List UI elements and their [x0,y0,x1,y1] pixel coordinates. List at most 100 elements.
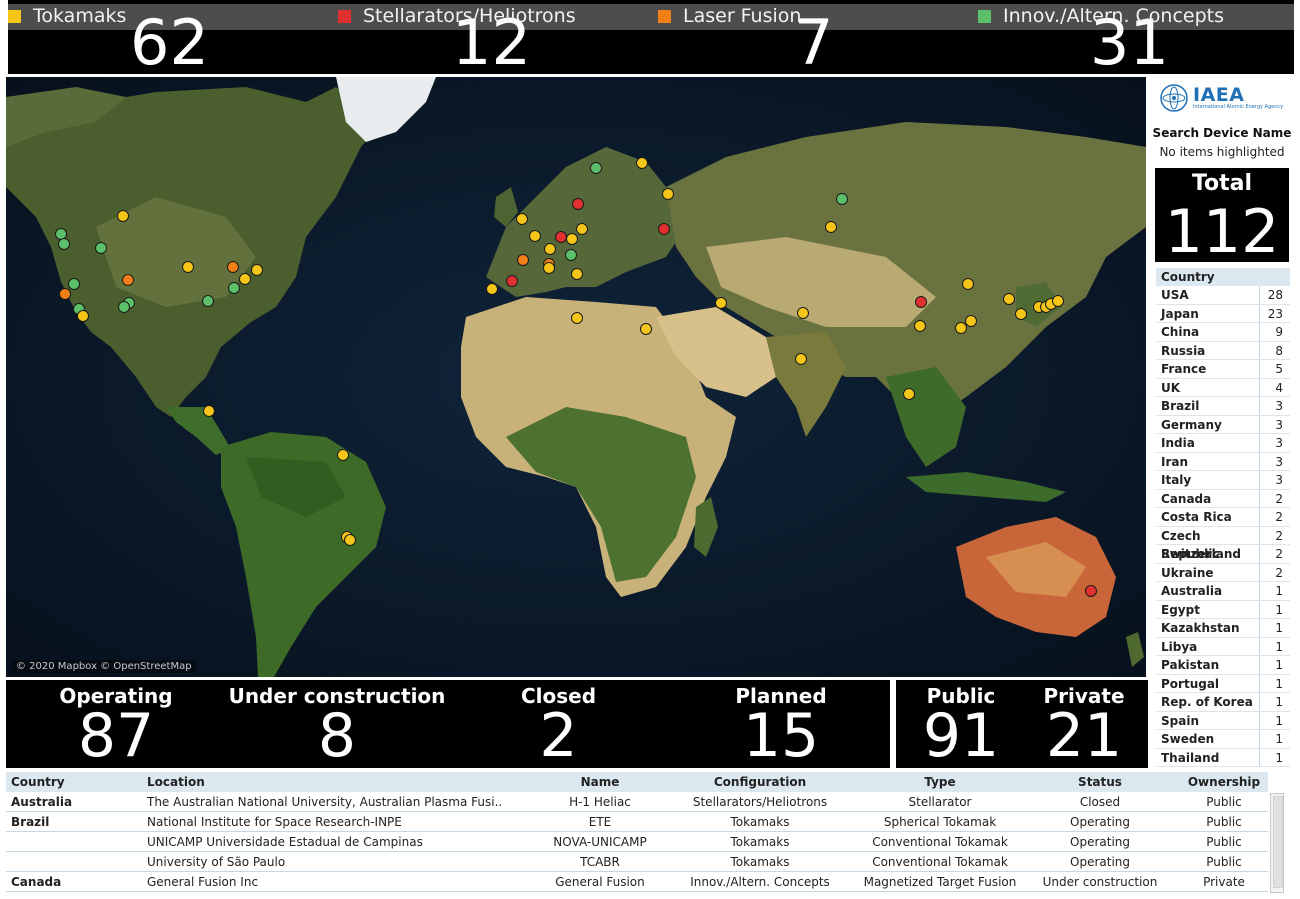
table-row[interactable]: University of São Paulo TCABR Tokamaks Conv… [6,852,1268,872]
country-row[interactable]: Czech Republic 2 [1156,526,1290,561]
table-row[interactable]: Australia The Australian National Univers… [6,792,1268,812]
device-marker-tokamak[interactable] [640,323,652,335]
device-marker-tokamak[interactable] [571,268,583,280]
country-row[interactable]: Brazil 3 [1156,397,1290,416]
device-marker-tokamak[interactable] [1003,293,1015,305]
country-row[interactable]: Iran 3 [1156,452,1290,471]
stat-under-construction[interactable]: Under construction 8 [226,680,448,766]
device-table-scrollbar[interactable] [1270,793,1284,893]
device-marker-tokamak[interactable] [544,243,556,255]
device-marker-stellarator[interactable] [506,275,518,287]
device-marker-tokamak[interactable] [344,534,356,546]
device-marker-stellarator[interactable] [915,296,927,308]
device-marker-tokamak[interactable] [1015,308,1027,320]
country-row[interactable]: Portugal 1 [1156,674,1290,693]
device-marker-tokamak[interactable] [662,188,674,200]
device-marker-tokamak[interactable] [955,322,967,334]
device-marker-laser[interactable] [517,254,529,266]
country-row[interactable]: Egypt 1 [1156,600,1290,619]
legend-tokamaks[interactable]: Tokamaks 62 [8,0,308,74]
country-row[interactable]: USA 28 [1156,286,1290,305]
device-marker-tokamak[interactable] [914,320,926,332]
legend-laser[interactable]: Laser Fusion 7 [658,0,958,74]
country-row[interactable]: Australia 1 [1156,582,1290,601]
col-header-name[interactable]: Name [540,772,660,792]
map-canvas[interactable] [6,77,1146,677]
country-row[interactable]: Sweden 1 [1156,730,1290,749]
search-device-status[interactable]: No items highlighted [1152,145,1292,159]
device-marker-innov[interactable] [565,249,577,261]
device-marker-tokamak[interactable] [965,315,977,327]
device-marker-stellarator[interactable] [555,231,567,243]
country-row[interactable]: Switzerland 2 [1156,545,1290,564]
country-row[interactable]: Costa Rica 2 [1156,508,1290,527]
country-row[interactable]: India 3 [1156,434,1290,453]
device-marker-tokamak[interactable] [117,210,129,222]
col-header-configuration[interactable]: Configuration [660,772,860,792]
device-marker-tokamak[interactable] [576,223,588,235]
table-row[interactable]: UNICAMP Universidade Estadual de Campina… [6,832,1268,852]
device-marker-innov[interactable] [118,301,130,313]
device-marker-tokamak[interactable] [903,388,915,400]
table-row[interactable]: Brazil National Institute for Space Resea… [6,812,1268,832]
country-row[interactable]: China 9 [1156,323,1290,342]
device-marker-tokamak[interactable] [529,230,541,242]
device-marker-tokamak[interactable] [486,283,498,295]
legend-innov[interactable]: Innov./Altern. Concepts 31 [978,0,1288,74]
country-row[interactable]: Thailand 1 [1156,748,1290,767]
device-table[interactable]: Country Location Name Configuration Type… [6,772,1268,892]
country-table-header[interactable]: Country [1156,268,1290,286]
device-marker-tokamak[interactable] [516,213,528,225]
col-header-location[interactable]: Location [140,772,540,792]
device-marker-innov[interactable] [68,278,80,290]
country-row[interactable]: Italy 3 [1156,471,1290,490]
device-marker-stellarator[interactable] [572,198,584,210]
country-row[interactable]: France 5 [1156,360,1290,379]
device-marker-tokamak[interactable] [636,157,648,169]
device-marker-tokamak[interactable] [337,449,349,461]
device-marker-innov[interactable] [55,228,67,240]
device-marker-tokamak[interactable] [77,310,89,322]
map-attribution[interactable]: © 2020 Mapbox © OpenStreetMap [12,660,196,673]
country-row[interactable]: Libya 1 [1156,637,1290,656]
device-marker-tokamak[interactable] [797,307,809,319]
country-row[interactable]: Rep. of Korea 1 [1156,693,1290,712]
country-row[interactable]: UK 4 [1156,378,1290,397]
country-row[interactable]: Pakistan 1 [1156,656,1290,675]
search-device-title[interactable]: Search Device Name [1152,126,1292,140]
country-row[interactable]: Canada 2 [1156,489,1290,508]
device-marker-innov[interactable] [836,193,848,205]
device-marker-tokamak[interactable] [825,221,837,233]
device-marker-stellarator[interactable] [658,223,670,235]
col-header-type[interactable]: Type [860,772,1020,792]
device-marker-tokamak[interactable] [182,261,194,273]
device-marker-tokamak[interactable] [543,262,555,274]
device-marker-tokamak[interactable] [1052,295,1064,307]
country-row[interactable]: Japan 23 [1156,304,1290,323]
stat-public[interactable]: Public 91 [901,680,1021,766]
country-row[interactable]: Germany 3 [1156,415,1290,434]
col-header-status[interactable]: Status [1020,772,1180,792]
device-marker-tokamak[interactable] [566,233,578,245]
stat-private[interactable]: Private 21 [1024,680,1144,766]
device-marker-tokamak[interactable] [239,273,251,285]
stat-operating[interactable]: Operating 87 [26,680,206,766]
device-marker-tokamak[interactable] [203,405,215,417]
device-marker-innov[interactable] [202,295,214,307]
country-row[interactable]: Spain 1 [1156,711,1290,730]
device-marker-innov[interactable] [590,162,602,174]
device-marker-tokamak[interactable] [251,264,263,276]
device-marker-laser[interactable] [122,274,134,286]
stat-closed[interactable]: Closed 2 [486,680,631,766]
device-marker-innov[interactable] [228,282,240,294]
device-marker-tokamak[interactable] [571,312,583,324]
device-marker-tokamak[interactable] [962,278,974,290]
device-marker-innov[interactable] [95,242,107,254]
stat-planned[interactable]: Planned 15 [696,680,866,766]
legend-stellarators[interactable]: Stellarators/Heliotrons 12 [338,0,638,74]
device-marker-tokamak[interactable] [795,353,807,365]
device-marker-stellarator[interactable] [1085,585,1097,597]
table-row[interactable]: Canada General Fusion Inc General Fusion In… [6,872,1268,892]
scrollbar-thumb[interactable] [1273,796,1283,888]
device-marker-laser[interactable] [59,288,71,300]
